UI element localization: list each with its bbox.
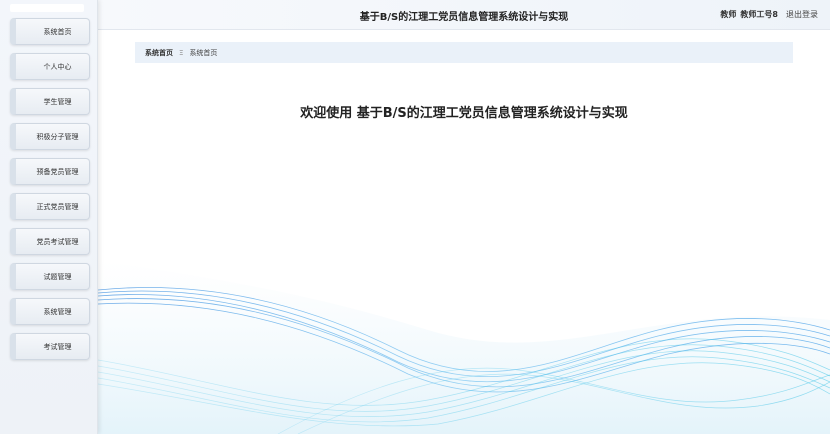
sidebar-item-exams[interactable]: 考试管理 [10, 333, 90, 360]
sidebar-item-system[interactable]: 系统管理 [10, 298, 90, 325]
sidebar-item-questions[interactable]: 试题管理 [10, 263, 90, 290]
user-info: 教师 教师工号8 退出登录 [720, 9, 818, 20]
user-name: 教师工号8 [740, 10, 778, 19]
sidebar-item-label: 积极分子管理 [36, 132, 79, 141]
sidebar-item-member-exams[interactable]: 党员考试管理 [10, 228, 90, 255]
sidebar-item-label: 考试管理 [43, 342, 72, 351]
sidebar-item-label: 试题管理 [43, 272, 72, 281]
top-header: 基于B/S的江理工党员信息管理系统设计与实现 教师 教师工号8 退出登录 [98, 0, 830, 30]
sidebar-item-home[interactable]: 系统首页 [10, 18, 90, 45]
sidebar-logo-area [10, 4, 84, 12]
breadcrumb: 系统首页 Ξ 系统首页 [135, 42, 793, 63]
sidebar-item-label: 党员考试管理 [36, 237, 79, 246]
sidebar-item-probationary-members[interactable]: 预备党员管理 [10, 158, 90, 185]
sidebar-item-profile[interactable]: 个人中心 [10, 53, 90, 80]
welcome-heading: 欢迎使用 基于B/S的江理工党员信息管理系统设计与实现 [300, 106, 628, 121]
breadcrumb-current: 系统首页 [189, 48, 218, 57]
user-role: 教师 [720, 10, 737, 19]
logout-link[interactable]: 退出登录 [786, 9, 818, 20]
sidebar-item-label: 预备党员管理 [36, 167, 79, 176]
breadcrumb-home-link[interactable]: 系统首页 [145, 48, 173, 58]
breadcrumb-separator-icon: Ξ [179, 48, 184, 57]
sidebar-item-students[interactable]: 学生管理 [10, 88, 90, 115]
sidebar-item-activists[interactable]: 积极分子管理 [10, 123, 90, 150]
sidebar: 系统首页 个人中心 学生管理 积极分子管理 预备党员管理 正式党员管理 党员考试… [0, 0, 98, 434]
sidebar-item-full-members[interactable]: 正式党员管理 [10, 193, 90, 220]
background-wave-decoration [98, 260, 830, 434]
sidebar-item-label: 系统管理 [43, 307, 72, 316]
sidebar-item-label: 系统首页 [43, 27, 72, 36]
sidebar-item-label: 学生管理 [43, 97, 72, 106]
sidebar-item-label: 正式党员管理 [36, 202, 79, 211]
sidebar-item-label: 个人中心 [43, 62, 72, 71]
